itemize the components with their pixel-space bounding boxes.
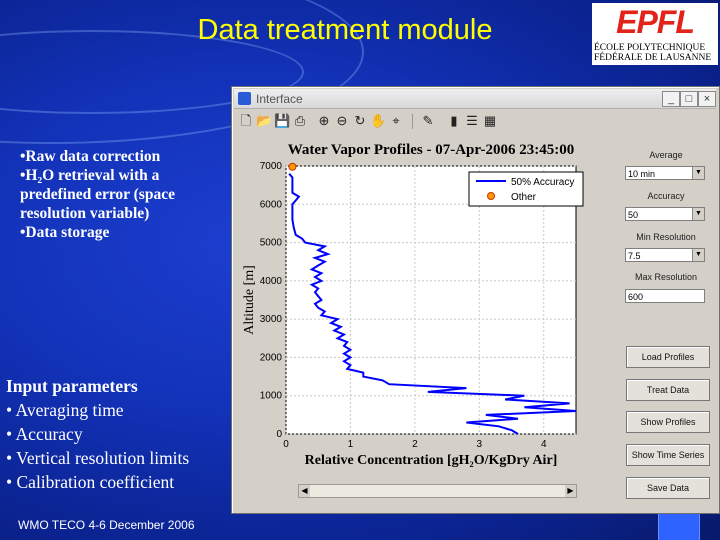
show-profiles-button[interactable]: Show Profiles (626, 411, 710, 433)
param-item: • Vertical resolution limits (6, 448, 190, 468)
y-tick-label: 4000 (260, 276, 283, 287)
y-tick-label: 5000 (260, 238, 283, 249)
y-tick-label: 3000 (260, 314, 283, 325)
x-tick-label: 2 (412, 439, 418, 450)
decorative-box (658, 512, 700, 540)
close-button[interactable]: × (698, 91, 716, 107)
param-item: • Averaging time (6, 400, 124, 420)
y-tick-label: 2000 (260, 352, 283, 363)
data-cursor-icon[interactable]: ⌖ (388, 113, 404, 129)
max-resolution-input[interactable]: 600 (625, 289, 705, 303)
y-tick-label: 1000 (260, 391, 283, 402)
min-resolution-value: 7.5 (628, 251, 641, 261)
treat-data-button[interactable]: Treat Data (626, 379, 710, 401)
legend-swatch-other (487, 192, 495, 200)
epfl-logo: EPFL ÉCOLE POLYTECHNIQUE FÉDÉRALE DE LAU… (592, 3, 718, 65)
bullet-item: •Raw data correction (20, 148, 161, 165)
max-resolution-label: Max Resolution (622, 272, 710, 282)
footer-text: WMO TECO 4-6 December 2006 (18, 518, 195, 532)
chart-legend: 50% Accuracy Other (468, 171, 584, 207)
bullet-item: •H₂O retrieval with a predefined error (… (20, 167, 175, 222)
show-time-series-button[interactable]: Show Time Series (626, 444, 710, 466)
new-file-icon[interactable]: 🗋 (238, 113, 254, 129)
chevron-down-icon: ▼ (692, 208, 704, 220)
logo-line1: ÉCOLE POLYTECHNIQUE (594, 43, 706, 53)
scroll-right-icon[interactable]: ▶ (565, 485, 576, 497)
colorbar-icon[interactable]: ▮ (446, 113, 462, 129)
series-point-other (288, 162, 297, 171)
x-tick-label: 0 (283, 439, 289, 450)
window-titlebar[interactable]: Interface _ □ × (234, 89, 716, 109)
load-profiles-button[interactable]: Load Profiles (626, 346, 710, 368)
horizontal-scrollbar[interactable]: ◀ ▶ (298, 484, 577, 498)
print-icon[interactable]: ⎙ (292, 113, 308, 129)
accuracy-select[interactable]: 50 ▼ (625, 207, 705, 221)
average-select[interactable]: 10 min ▼ (625, 166, 705, 180)
open-folder-icon[interactable]: 📂 (256, 113, 272, 129)
minimize-button[interactable]: _ (662, 91, 680, 107)
slide-title: Data treatment module (197, 14, 493, 46)
average-value: 10 min (628, 169, 656, 179)
legend-label-accuracy: 50% Accuracy (511, 177, 574, 188)
legend-label-other: Other (511, 192, 537, 203)
app-icon (238, 92, 251, 105)
params-heading: Input parameters (6, 376, 138, 396)
min-resolution-label: Min Resolution (622, 232, 710, 242)
input-parameters-list: Input parameters • Averaging time • Accu… (6, 374, 231, 494)
zoom-out-icon[interactable]: ⊖ (334, 113, 350, 129)
y-tick-label: 6000 (260, 199, 283, 210)
logo-line2: FÉDÉRALE DE LAUSANNE (594, 53, 712, 63)
chevron-down-icon: ▼ (692, 249, 704, 261)
x-tick-label: 4 (541, 439, 547, 450)
legend-icon[interactable]: ☰ (464, 113, 480, 129)
y-axis-label: Altitude [m] (242, 265, 257, 335)
save-data-button[interactable]: Save Data (626, 477, 710, 499)
zoom-in-icon[interactable]: ⊕ (316, 113, 332, 129)
toolbar-separator (412, 114, 413, 129)
bullet-item: •Data storage (20, 224, 110, 241)
water-vapor-chart: 0 1 2 3 4 0 1000 2000 3000 4000 5000 6000 7000 Water… (242, 142, 584, 468)
accuracy-value: 50 (628, 210, 639, 220)
param-item: • Accuracy (6, 424, 83, 444)
save-icon[interactable]: 💾 (274, 113, 290, 129)
accuracy-label: Accuracy (622, 191, 710, 201)
feature-bullets: •Raw data correction •H₂O retrieval with… (20, 147, 225, 242)
average-label: Average (622, 150, 710, 160)
plot-tools-icon[interactable]: ▦ (482, 113, 498, 129)
brush-icon[interactable]: ✎ (420, 113, 436, 129)
x-axis-label: Relative Concentration [gH₂O/KgDry Air] (305, 453, 558, 468)
rotate-icon[interactable]: ↻ (352, 113, 368, 129)
pan-icon[interactable]: ✋ (370, 113, 386, 129)
x-tick-label: 1 (348, 439, 354, 450)
logo-mark: EPFL (616, 4, 695, 40)
y-tick-label: 7000 (260, 161, 283, 172)
max-resolution-value: 600 (628, 292, 644, 302)
x-tick-label: 3 (477, 439, 483, 450)
y-tick-label: 0 (276, 429, 282, 440)
param-item: • Calibration coefficient (6, 472, 175, 492)
figure-toolbar: 🗋 📂 💾 ⎙ ⊕ ⊖ ↻ ✋ ⌖ ✎ ▮ ☰ ▦ (234, 110, 716, 132)
scroll-left-icon[interactable]: ◀ (299, 485, 310, 497)
chart-title: Water Vapor Profiles - 07-Apr-2006 23:45… (288, 142, 575, 158)
slide-background: Data treatment module EPFL ÉCOLE POLYTEC… (0, 0, 720, 540)
window-title: Interface (256, 92, 303, 106)
maximize-button[interactable]: □ (680, 91, 698, 107)
chevron-down-icon: ▼ (692, 167, 704, 179)
min-resolution-select[interactable]: 7.5 ▼ (625, 248, 705, 262)
